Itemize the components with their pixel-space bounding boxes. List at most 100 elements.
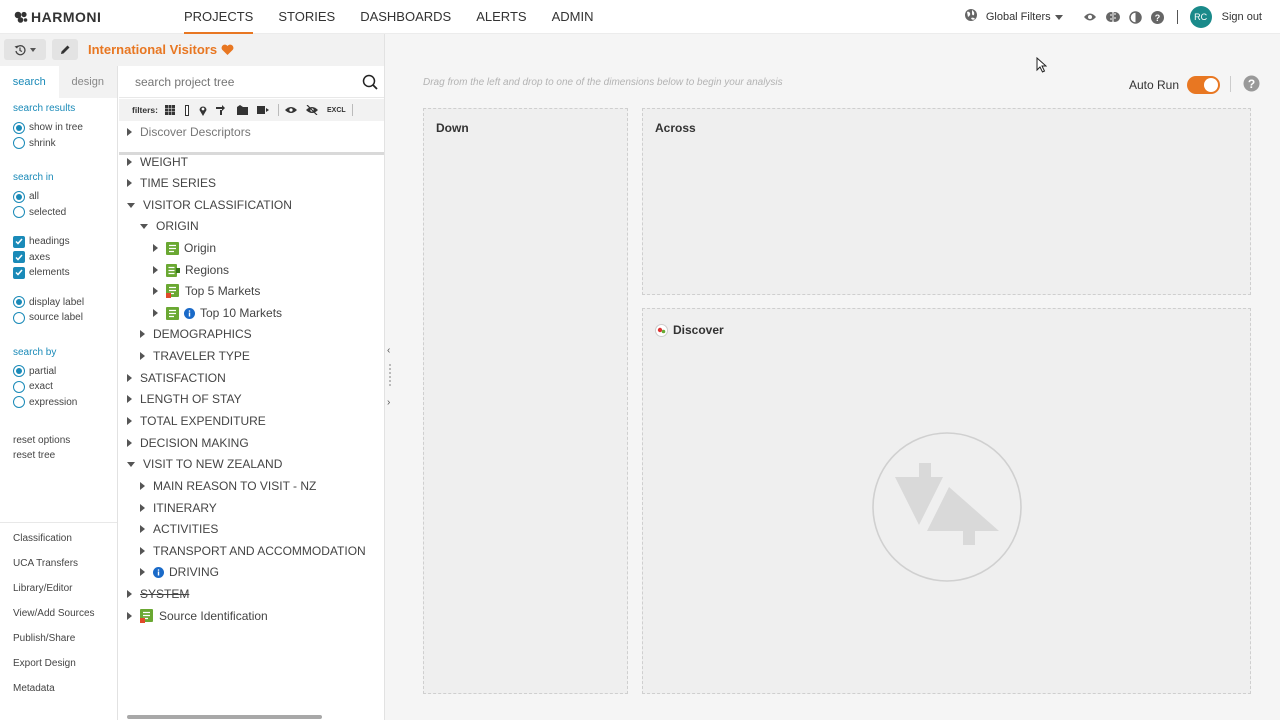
option-exact[interactable]: exact bbox=[13, 379, 117, 395]
tree-node[interactable]: ACTIVITIES bbox=[140, 519, 218, 539]
option-partial[interactable]: partial bbox=[13, 364, 117, 380]
location-filter-icon[interactable] bbox=[199, 105, 207, 116]
radio-selected[interactable] bbox=[13, 121, 25, 134]
down-drop-zone[interactable]: Down bbox=[423, 108, 628, 694]
horizontal-scrollbar[interactable] bbox=[119, 714, 384, 720]
tree-node[interactable]: Discover Descriptors bbox=[127, 122, 251, 142]
radio-selected[interactable] bbox=[13, 190, 25, 203]
tree-node[interactable]: ITINERARY bbox=[140, 498, 217, 518]
option-axes[interactable]: axes bbox=[13, 250, 117, 266]
tree-node[interactable]: WEIGHT bbox=[127, 152, 188, 172]
nav-stories[interactable]: STORIES bbox=[278, 0, 335, 34]
tree-node[interactable]: DRIVING bbox=[140, 562, 219, 582]
tree-node[interactable]: SATISFACTION bbox=[127, 368, 226, 388]
tree-node[interactable]: DECISION MAKING bbox=[127, 433, 249, 453]
expand-right-icon[interactable]: › bbox=[387, 397, 390, 408]
user-avatar[interactable]: RC bbox=[1189, 6, 1212, 28]
option-headings[interactable]: headings bbox=[13, 234, 117, 250]
eye-icon[interactable] bbox=[1083, 12, 1097, 22]
tree-node[interactable]: Source Identification bbox=[127, 606, 268, 626]
tree-node[interactable]: TRANSPORT AND ACCOMMODATION bbox=[140, 541, 366, 561]
caret-collapsed-icon[interactable] bbox=[127, 395, 132, 403]
checkbox-checked[interactable] bbox=[13, 251, 25, 264]
contrast-icon[interactable] bbox=[1128, 10, 1142, 24]
radio-selected[interactable] bbox=[13, 365, 25, 378]
radio-selected[interactable] bbox=[13, 296, 25, 309]
folder-filter-icon[interactable] bbox=[236, 105, 248, 115]
link-uca-transfers[interactable]: UCA Transfers bbox=[0, 551, 117, 576]
tree-node[interactable]: MAIN REASON TO VISIT - NZ bbox=[140, 476, 316, 496]
brand-logo[interactable]: HARMONI bbox=[14, 9, 101, 25]
heart-icon[interactable] bbox=[221, 44, 234, 56]
auto-run-toggle[interactable] bbox=[1187, 76, 1220, 94]
drag-handle[interactable] bbox=[389, 364, 391, 388]
caret-collapsed-icon[interactable] bbox=[127, 179, 132, 187]
column-filter-icon[interactable] bbox=[184, 104, 190, 116]
caret-collapsed-icon[interactable] bbox=[153, 244, 158, 252]
caret-collapsed-icon[interactable] bbox=[127, 590, 132, 598]
link-metadata[interactable]: Metadata bbox=[0, 676, 117, 701]
tree-node[interactable]: Top 5 Markets bbox=[153, 281, 260, 301]
caret-collapsed-icon[interactable] bbox=[127, 417, 132, 425]
eye-filter-icon[interactable] bbox=[284, 106, 297, 114]
nav-dashboards[interactable]: DASHBOARDS bbox=[360, 0, 451, 34]
help-icon[interactable]: ? bbox=[1150, 10, 1164, 24]
chevron-down-icon[interactable] bbox=[1054, 14, 1063, 20]
caret-collapsed-icon[interactable] bbox=[140, 352, 145, 360]
radio[interactable] bbox=[13, 380, 25, 393]
tree-node[interactable]: TRAVELER TYPE bbox=[140, 346, 250, 366]
tree-node[interactable]: Top 10 Markets bbox=[153, 303, 282, 323]
caret-collapsed-icon[interactable] bbox=[127, 374, 132, 382]
option-shrink[interactable]: shrink bbox=[13, 136, 117, 152]
globe-icon[interactable] bbox=[964, 8, 978, 27]
search-input[interactable] bbox=[135, 75, 355, 89]
option-elements[interactable]: elements bbox=[13, 265, 117, 281]
tree-node[interactable]: SYSTEM bbox=[127, 584, 189, 604]
tag-filter-icon[interactable] bbox=[256, 105, 269, 115]
caret-collapsed-icon[interactable] bbox=[140, 330, 145, 338]
search-icon[interactable] bbox=[362, 74, 378, 95]
info-icon[interactable] bbox=[184, 307, 195, 319]
checkbox-checked[interactable] bbox=[13, 235, 25, 248]
edit-button[interactable] bbox=[52, 39, 78, 60]
nav-alerts[interactable]: ALERTS bbox=[476, 0, 526, 34]
brain-icon[interactable] bbox=[1105, 10, 1120, 24]
grid-filter-icon[interactable] bbox=[164, 105, 175, 115]
option-expression[interactable]: expression bbox=[13, 395, 117, 411]
option-all[interactable]: all bbox=[13, 189, 117, 205]
caret-collapsed-icon[interactable] bbox=[127, 158, 132, 166]
discover-drop-zone[interactable]: Discover bbox=[642, 308, 1251, 694]
reset-options-link[interactable]: reset options bbox=[13, 435, 117, 450]
option-selected[interactable]: selected bbox=[13, 205, 117, 221]
tree-node[interactable]: Regions bbox=[153, 260, 229, 280]
exclude-filter-button[interactable]: EXCL bbox=[327, 107, 346, 114]
caret-collapsed-icon[interactable] bbox=[127, 439, 132, 447]
panel-splitter[interactable]: ‹ › bbox=[384, 34, 394, 720]
info-icon[interactable] bbox=[153, 566, 164, 578]
global-filters-label[interactable]: Global Filters bbox=[986, 11, 1051, 23]
caret-collapsed-icon[interactable] bbox=[127, 612, 132, 620]
history-button[interactable] bbox=[4, 39, 46, 60]
caret-collapsed-icon[interactable] bbox=[127, 128, 132, 136]
tree-node[interactable]: VISITOR CLASSIFICATION bbox=[127, 195, 292, 215]
link-export-design[interactable]: Export Design bbox=[0, 651, 117, 676]
checkbox-checked[interactable] bbox=[13, 266, 25, 279]
link-library-editor[interactable]: Library/Editor bbox=[0, 576, 117, 601]
radio[interactable] bbox=[13, 396, 25, 409]
radio[interactable] bbox=[13, 137, 25, 150]
option-source-label[interactable]: source label bbox=[13, 310, 117, 326]
link-view-add-sources[interactable]: View/Add Sources bbox=[0, 601, 117, 626]
caret-collapsed-icon[interactable] bbox=[140, 525, 145, 533]
tree-node[interactable]: Origin bbox=[153, 238, 216, 258]
link-classification[interactable]: Classification bbox=[0, 526, 117, 551]
link-publish-share[interactable]: Publish/Share bbox=[0, 626, 117, 651]
option-show-in-tree[interactable]: show in tree bbox=[13, 120, 117, 136]
caret-collapsed-icon[interactable] bbox=[140, 504, 145, 512]
tree-node[interactable]: LENGTH OF STAY bbox=[127, 389, 242, 409]
caret-collapsed-icon[interactable] bbox=[140, 482, 145, 490]
tab-design[interactable]: design bbox=[58, 66, 117, 98]
sign-out-link[interactable]: Sign out bbox=[1222, 11, 1262, 23]
scrollbar-thumb[interactable] bbox=[127, 715, 322, 719]
caret-expanded-icon[interactable] bbox=[140, 223, 148, 229]
collapse-left-icon[interactable]: ‹ bbox=[387, 345, 390, 356]
